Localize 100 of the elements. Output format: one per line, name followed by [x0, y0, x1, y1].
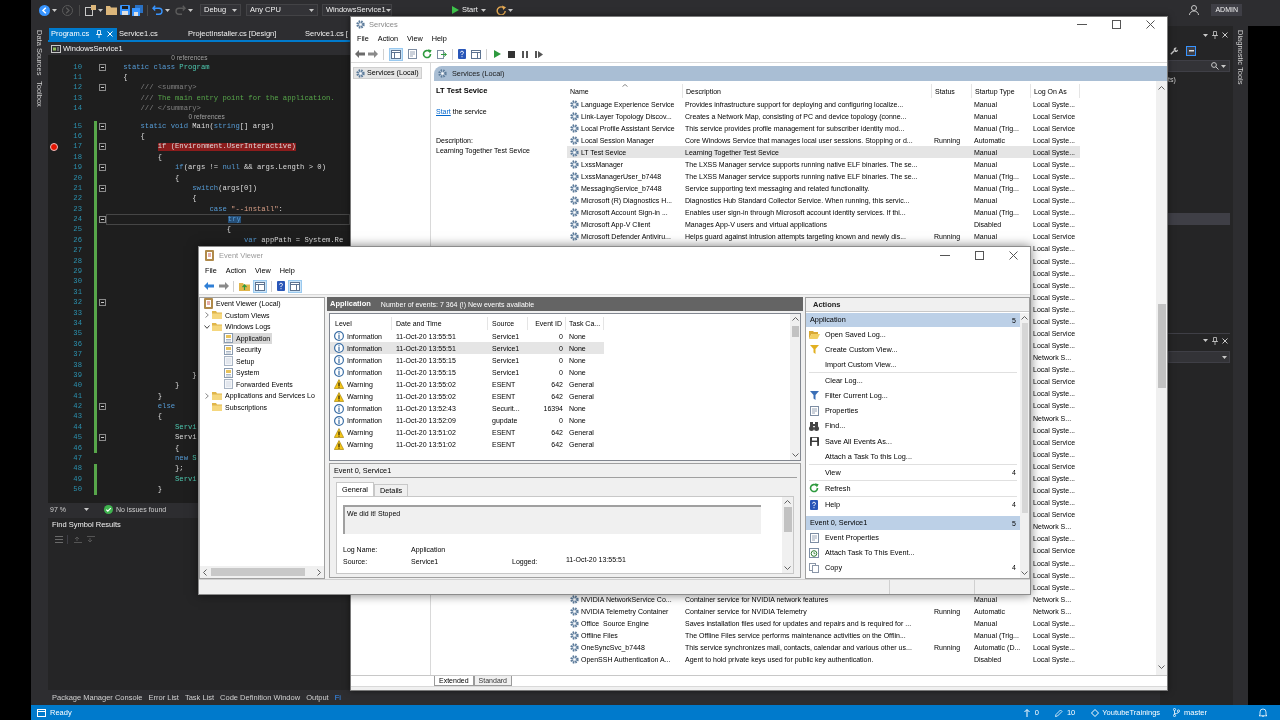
search-field[interactable] — [1168, 60, 1230, 72]
play-icon[interactable] — [452, 6, 459, 14]
back-icon[interactable] — [39, 4, 50, 16]
scroll-down-icon[interactable] — [784, 566, 791, 570]
scroll-left-icon[interactable] — [203, 568, 207, 576]
selected-row — [1168, 213, 1230, 225]
properties-icon[interactable] — [408, 49, 417, 59]
collapse-icon[interactable] — [99, 122, 106, 130]
caret-icon[interactable] — [165, 8, 170, 12]
back-arrow-icon[interactable] — [204, 282, 214, 290]
folder-icon — [212, 311, 222, 320]
caret-icon[interactable] — [1222, 355, 1227, 359]
folder-up-icon[interactable] — [239, 281, 250, 291]
caret-icon[interactable] — [480, 8, 486, 12]
collapse-icon[interactable] — [99, 185, 106, 192]
gear-icon — [356, 68, 365, 78]
collapse-icon[interactable] — [99, 434, 106, 442]
scrollbar-thumb[interactable] — [791, 326, 799, 337]
scroll-right-icon[interactable] — [317, 568, 321, 576]
panel-layout-icon[interactable] — [471, 49, 481, 59]
binoculars-icon — [809, 421, 819, 431]
gear-icon — [438, 69, 447, 78]
breakpoint-icon[interactable] — [50, 142, 58, 151]
person-icon[interactable] — [1189, 5, 1200, 15]
up-arrow-icon[interactable] — [1023, 708, 1030, 717]
list-icon[interactable] — [55, 535, 63, 543]
export-icon[interactable] — [437, 49, 447, 59]
undo-icon[interactable] — [152, 5, 163, 15]
circular-arrow-icon[interactable] — [495, 5, 506, 15]
forward-arrow-icon[interactable] — [219, 282, 229, 290]
caret-icon[interactable] — [98, 8, 103, 12]
open-folder-icon — [808, 330, 820, 340]
check-icon — [103, 504, 113, 514]
gear-icon — [356, 20, 365, 29]
collapse-icon[interactable] — [99, 84, 106, 92]
collapse-icon[interactable] — [99, 164, 106, 172]
info-icon — [334, 355, 344, 366]
caret-icon[interactable] — [385, 8, 391, 12]
refresh-icon[interactable] — [422, 49, 432, 59]
maximize-icon[interactable] — [1111, 20, 1121, 29]
caret-icon[interactable] — [507, 8, 513, 12]
scrollbar-thumb[interactable] — [211, 568, 305, 576]
info-icon — [334, 343, 344, 354]
properties-icon — [809, 532, 819, 543]
wrench-icon[interactable] — [1170, 47, 1178, 55]
scroll-up-icon[interactable] — [791, 317, 799, 321]
scrollbar-thumb[interactable] — [783, 507, 792, 532]
pin-icon[interactable] — [1212, 336, 1218, 345]
pause-icon[interactable] — [522, 50, 528, 58]
log-icon — [224, 379, 233, 390]
toggle-button[interactable] — [1186, 46, 1196, 56]
back-arrow-icon[interactable] — [355, 50, 365, 58]
scroll-up-icon[interactable] — [1158, 86, 1165, 90]
stop-icon[interactable] — [508, 50, 515, 58]
play-icon[interactable] — [494, 50, 501, 58]
caret-icon[interactable] — [232, 8, 237, 12]
save-all-icon[interactable] — [132, 4, 143, 16]
window-outline-icon — [37, 708, 46, 717]
collapse-icon[interactable] — [99, 216, 106, 224]
scroll-down-icon[interactable] — [791, 453, 799, 457]
folder-icon[interactable] — [106, 5, 117, 15]
close-icon[interactable] — [1008, 251, 1018, 260]
branch-icon[interactable] — [1173, 708, 1181, 717]
task-icon — [809, 547, 819, 558]
pin-icon[interactable] — [1212, 31, 1218, 39]
caret-icon[interactable] — [1221, 64, 1226, 68]
save-icon[interactable] — [120, 5, 130, 15]
properties-icon — [809, 406, 819, 416]
scrollbar-thumb[interactable] — [1157, 304, 1166, 388]
caret-icon[interactable] — [309, 8, 314, 12]
funnel-icon — [809, 391, 819, 401]
collapse-icon[interactable] — [99, 143, 106, 151]
scroll-down-icon[interactable] — [1158, 665, 1165, 669]
scroll-up-icon[interactable] — [784, 500, 791, 504]
help-icon[interactable] — [277, 281, 285, 291]
help-icon[interactable] — [458, 49, 466, 59]
collapse-icon[interactable] — [99, 299, 106, 307]
scrollbar-thumb[interactable] — [1021, 323, 1028, 513]
log-icon — [224, 356, 233, 367]
close-icon[interactable] — [1145, 20, 1155, 29]
caret-icon[interactable] — [1203, 33, 1208, 37]
scroll-down-icon[interactable] — [1021, 571, 1028, 575]
maximize-icon[interactable] — [974, 251, 984, 260]
search-icon[interactable] — [1211, 62, 1219, 70]
collapse-icon[interactable] — [99, 403, 106, 411]
bell-icon[interactable] — [1259, 708, 1267, 717]
pencil-icon[interactable] — [1054, 708, 1063, 717]
warning-icon — [334, 391, 344, 402]
caret-icon[interactable] — [1203, 339, 1208, 342]
funnel-icon — [809, 345, 819, 355]
collapse-icon[interactable] — [99, 63, 106, 71]
caret-icon[interactable] — [83, 507, 89, 511]
resume-icon[interactable] — [535, 50, 543, 58]
scroll-up-icon[interactable] — [1021, 316, 1028, 320]
forward-arrow-icon[interactable] — [368, 50, 378, 58]
caret-icon[interactable] — [188, 8, 193, 12]
info-icon — [334, 331, 344, 342]
new-item-icon[interactable] — [85, 4, 96, 16]
caret-icon[interactable] — [52, 8, 57, 12]
help-icon — [810, 499, 818, 510]
